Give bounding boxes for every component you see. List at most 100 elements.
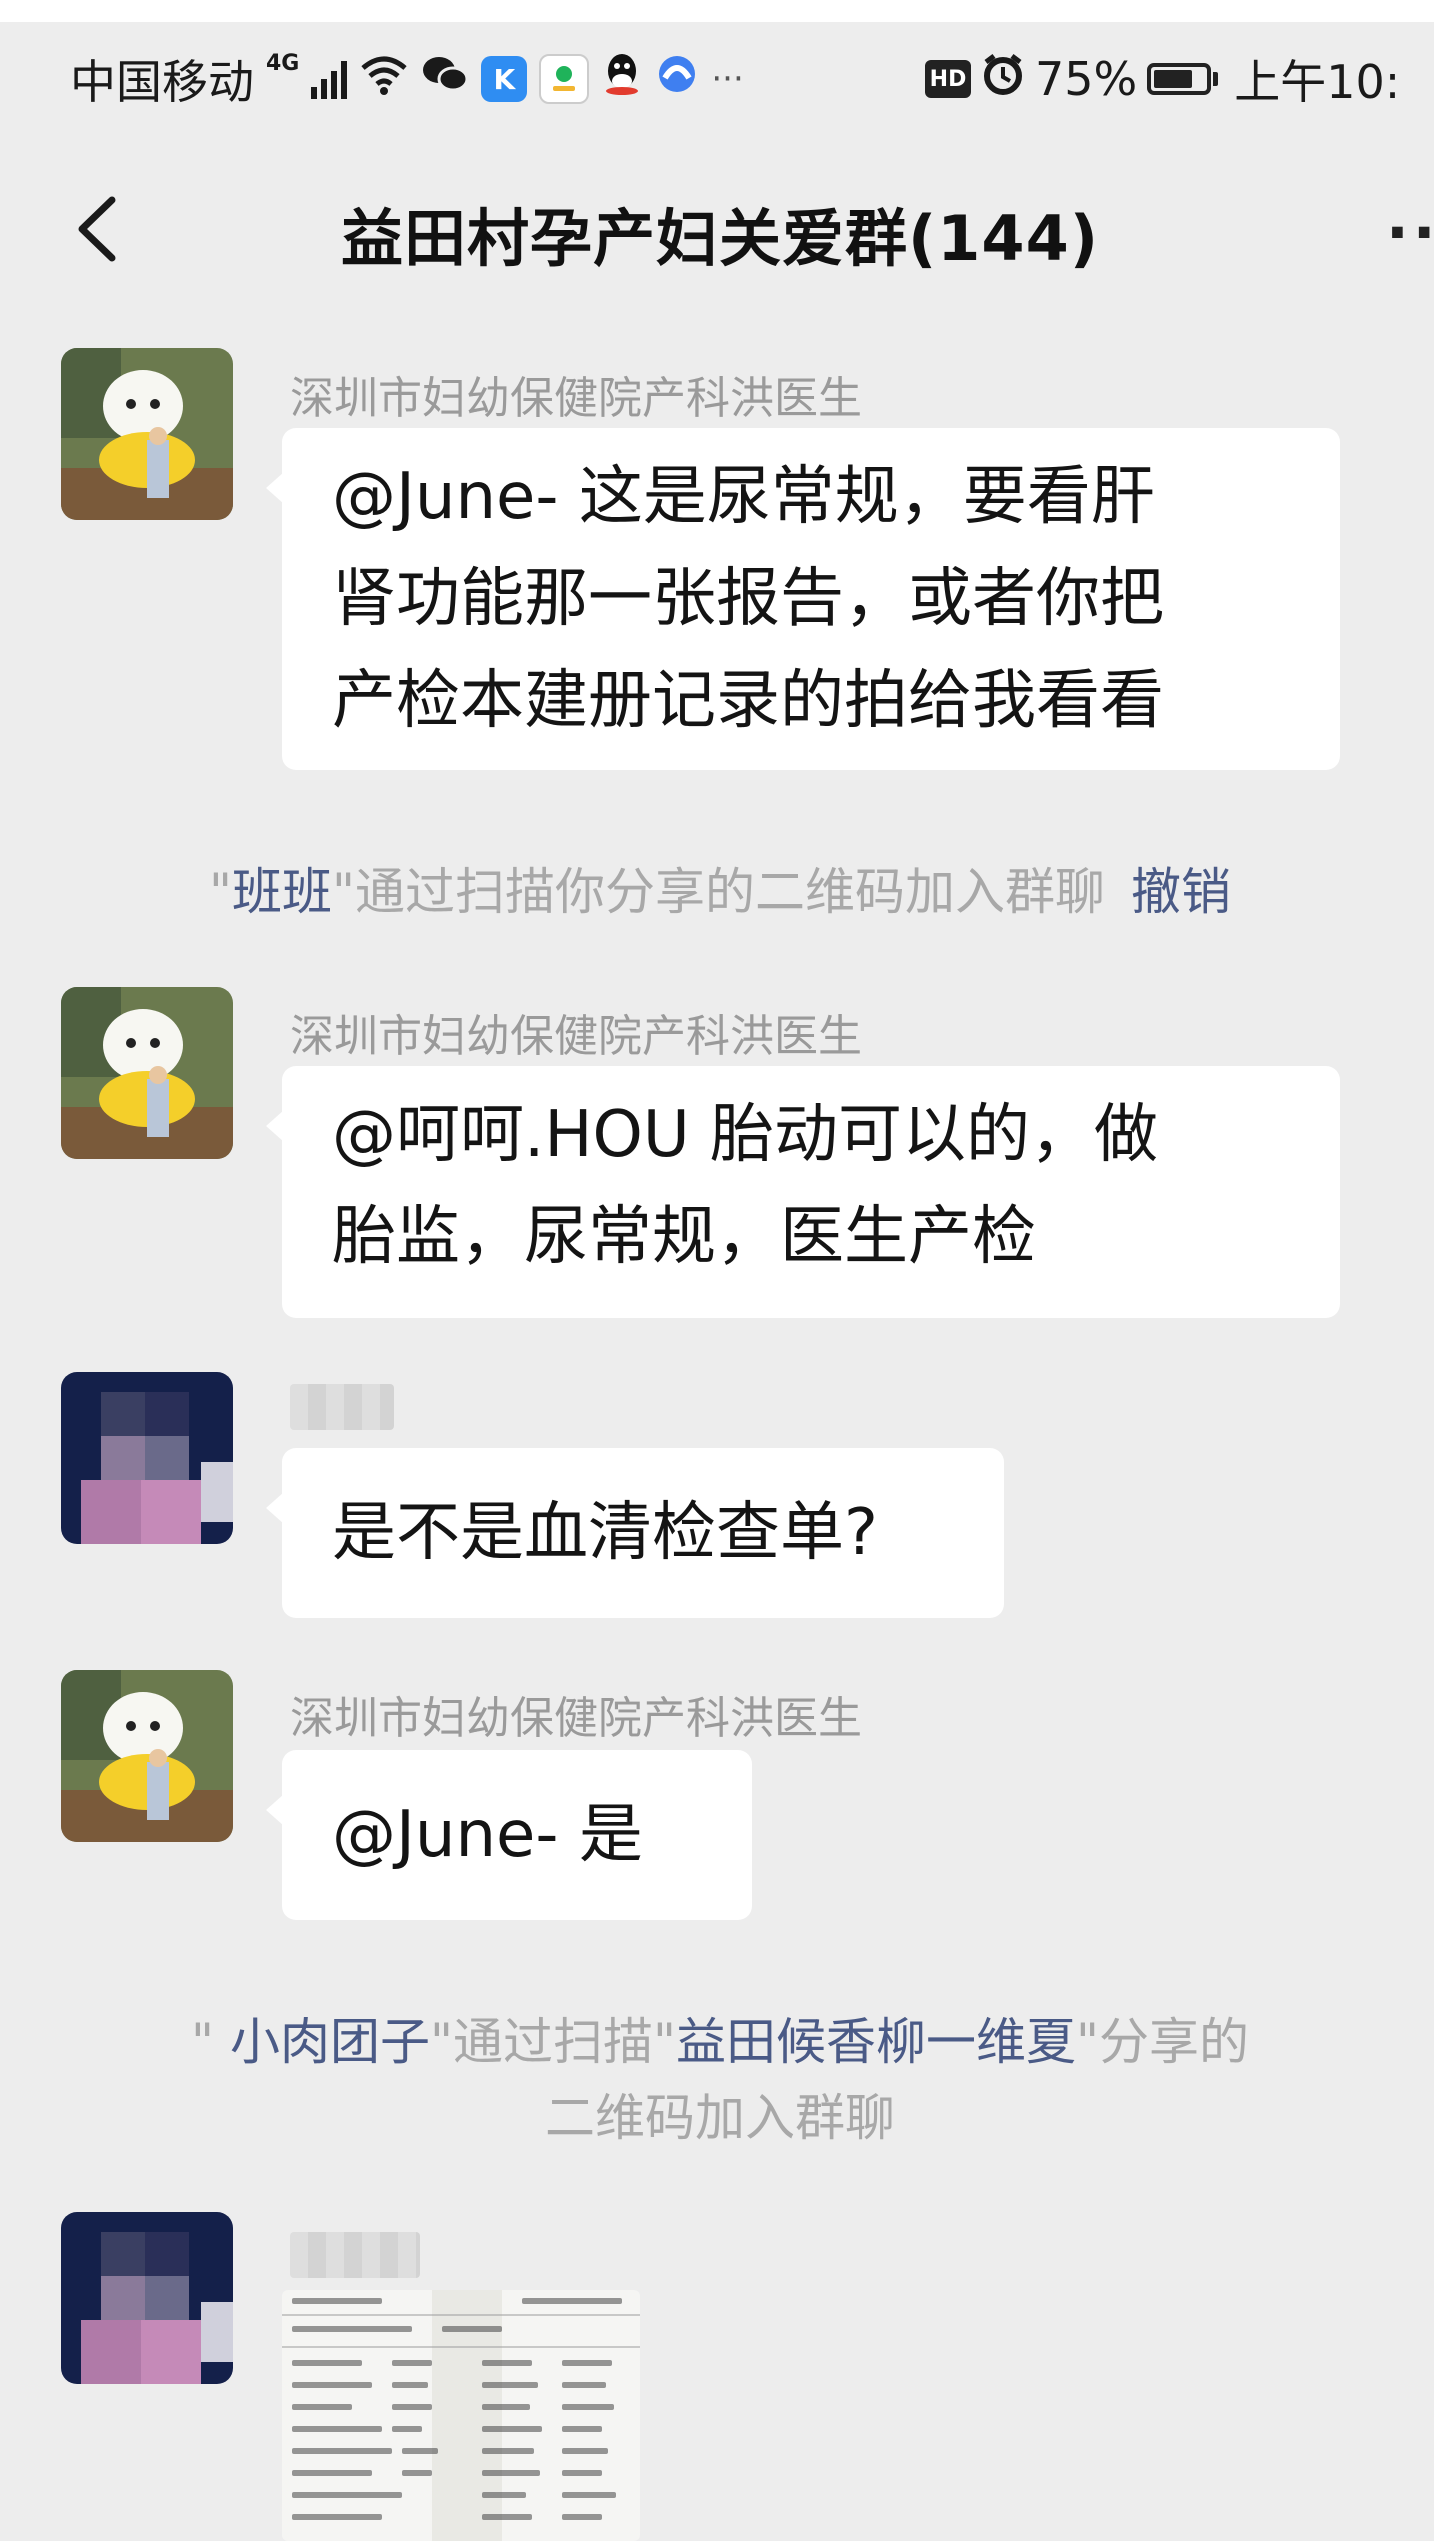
report-text-mark	[562, 2360, 612, 2366]
doctor-avatar[interactable]	[61, 987, 233, 1159]
member-name-link[interactable]: 小肉团子	[230, 2013, 430, 2071]
report-text-mark	[292, 2470, 372, 2476]
alarm-icon	[981, 52, 1025, 107]
quote-mark: "	[191, 2013, 230, 2071]
system-notice: " 小肉团子"通过扫描"益田候香柳一维夏"分享的 二维码加入群聊	[0, 2004, 1440, 2156]
blurred-sender-name	[290, 2232, 420, 2278]
mascot-photo-avatar-icon	[61, 348, 233, 520]
system-notice-text: 通过扫描你分享的二维码加入群聊	[355, 863, 1105, 921]
report-text-mark	[562, 2514, 602, 2520]
report-text-mark	[482, 2492, 526, 2498]
message-bubble[interactable]: @June- 这是尿常规，要看肝 肾功能那一张报告，或者你把 产检本建册记录的拍…	[266, 428, 1340, 770]
report-text-mark	[482, 2382, 538, 2388]
report-text-mark	[562, 2404, 614, 2410]
message-line: 产检本建册记录的拍给我看看	[332, 664, 1164, 738]
report-text-mark	[402, 2448, 438, 2454]
signal-icon	[311, 59, 348, 99]
message-bubble[interactable]: 是不是血清检查单?	[266, 1448, 1004, 1618]
member-avatar[interactable]	[61, 2212, 233, 2384]
sender-name: 深圳市妇幼保健院产科洪医生	[290, 1011, 862, 1062]
more-button[interactable]: ··	[1386, 198, 1440, 268]
report-text-mark	[562, 2492, 616, 2498]
message-line: 胎监，尿常规，医生产检	[332, 1200, 1036, 1274]
member-avatar[interactable]	[61, 1372, 233, 1544]
report-text-mark	[292, 2492, 402, 2498]
quote-mark: "	[209, 863, 232, 921]
battery-percent: 75%	[1035, 52, 1138, 106]
report-text-mark	[292, 2448, 392, 2454]
mascot-photo-avatar-icon	[61, 987, 233, 1159]
report-text-mark	[292, 2514, 382, 2520]
pixelated-avatar-icon	[61, 2212, 233, 2384]
hd-badge: HD	[925, 60, 971, 98]
more-notifications-icon: ···	[711, 59, 744, 99]
doctor-avatar[interactable]	[61, 348, 233, 520]
report-text-mark	[292, 2382, 372, 2388]
system-notice-text: "通过扫描"	[429, 2013, 676, 2071]
top-frame	[0, 0, 1440, 22]
report-text-mark	[482, 2470, 540, 2476]
system-notice-text: "分享的	[1075, 2013, 1249, 2071]
report-text-mark	[562, 2426, 602, 2432]
blurred-sender-name	[290, 1384, 394, 1430]
report-text-mark	[562, 2470, 602, 2476]
report-text-mark	[292, 2326, 412, 2332]
report-text-mark	[392, 2426, 422, 2432]
browser-icon	[655, 52, 699, 107]
inviter-name-link[interactable]: 益田候香柳一维夏	[676, 2013, 1076, 2071]
report-text-mark	[482, 2360, 532, 2366]
mascot-photo-avatar-icon	[61, 1670, 233, 1842]
report-text-mark	[292, 2404, 352, 2410]
lab-report-image[interactable]	[282, 2290, 640, 2541]
doctor-avatar[interactable]	[61, 1670, 233, 1842]
clock: 上午10:	[1234, 55, 1401, 109]
report-text-mark	[442, 2326, 502, 2332]
status-bar: 中国移动 4G K ··· HD 75% 上午10:	[0, 30, 1440, 120]
report-text-mark	[292, 2298, 382, 2304]
wifi-icon	[359, 52, 409, 107]
message-line: @呵呵.HOU 胎动可以的，做	[332, 1098, 1159, 1172]
network-type: 4G	[266, 50, 300, 76]
sender-name: 深圳市妇幼保健院产科洪医生	[290, 373, 862, 424]
message-bubble[interactable]: @呵呵.HOU 胎动可以的，做 胎监，尿常规，医生产检	[266, 1066, 1340, 1318]
report-text-mark	[522, 2298, 622, 2304]
right-frame	[1434, 0, 1440, 2541]
report-text-mark	[392, 2360, 432, 2366]
message-bubble[interactable]: @June- 是	[266, 1750, 752, 1920]
report-text-mark	[402, 2470, 432, 2476]
status-right: HD 75% 上午10:	[925, 46, 1400, 112]
report-rule	[282, 2314, 640, 2316]
member-name-link[interactable]: 班班	[232, 863, 332, 921]
system-notice-text: 二维码加入群聊	[545, 2089, 895, 2147]
report-text-mark	[482, 2448, 534, 2454]
report-text-mark	[562, 2382, 606, 2388]
group-title: 益田村孕产妇关爱群(144)	[340, 202, 1100, 275]
revoke-link[interactable]: 撤销	[1131, 863, 1231, 921]
message-line: @June- 是	[332, 1798, 643, 1872]
qq-icon	[601, 51, 643, 108]
message-line: 肾功能那一张报告，或者你把	[332, 562, 1164, 636]
report-text-mark	[482, 2404, 530, 2410]
pixelated-avatar-icon	[61, 1372, 233, 1544]
k-app-icon: K	[481, 56, 528, 102]
quote-mark: "	[332, 863, 355, 921]
status-left: 中国移动 4G K ···	[70, 46, 744, 112]
chat-screen: 中国移动 4G K ··· HD 75% 上午10: 益田村孕产妇关爱群(144…	[0, 0, 1440, 2541]
report-text-mark	[392, 2404, 432, 2410]
report-text-mark	[562, 2448, 608, 2454]
report-text-mark	[392, 2382, 428, 2388]
report-text-mark	[292, 2360, 362, 2366]
sender-name: 深圳市妇幼保健院产科洪医生	[290, 1693, 862, 1744]
chat-header: 益田村孕产妇关爱群(144) ··	[0, 150, 1440, 310]
system-notice: "班班"通过扫描你分享的二维码加入群聊 撤销	[0, 852, 1440, 924]
battery-icon	[1147, 63, 1219, 95]
carrier-label: 中国移动	[70, 55, 254, 109]
wechat-icon	[421, 52, 469, 107]
report-rule	[282, 2346, 640, 2348]
report-text-mark	[292, 2426, 382, 2432]
message-line: @June- 这是尿常规，要看肝	[332, 460, 1155, 534]
report-text-mark	[482, 2514, 532, 2520]
report-text-mark	[482, 2426, 542, 2432]
message-line: 是不是血清检查单?	[332, 1496, 878, 1570]
aiqiyi-icon	[539, 54, 590, 104]
